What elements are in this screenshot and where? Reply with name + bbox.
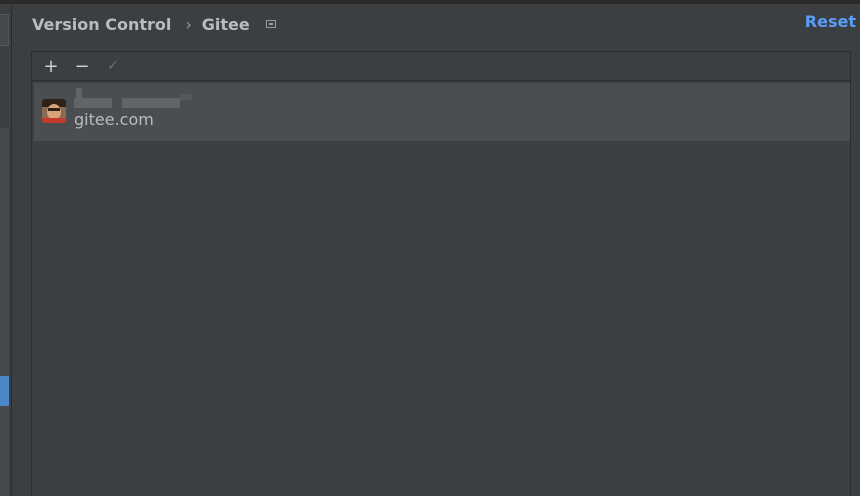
accounts-panel: + − ✓ gitee.com: [31, 51, 851, 496]
user-avatar: [42, 99, 66, 123]
redacted-block: [180, 94, 192, 100]
breadcrumb-separator: ›: [185, 14, 192, 34]
accounts-toolbar: + − ✓: [32, 52, 850, 81]
account-host: gitee.com: [74, 110, 154, 129]
project-scope-icon: [265, 20, 276, 28]
search-field-edge[interactable]: [0, 14, 9, 46]
settings-page: Version Control › Gitee Reset + − ✓ gite…: [0, 0, 860, 496]
account-name-redacted: [74, 88, 194, 108]
redacted-block: [122, 98, 180, 108]
set-default-button[interactable]: ✓: [102, 55, 124, 77]
add-account-button[interactable]: +: [40, 55, 62, 77]
account-list-item[interactable]: gitee.com: [34, 83, 850, 141]
tree-scrollbar-track[interactable]: [0, 128, 9, 496]
window-top-border: [0, 0, 860, 4]
tree-selection-marker[interactable]: [0, 376, 9, 406]
avatar-image: [42, 99, 66, 123]
breadcrumb-parent[interactable]: Version Control: [32, 15, 171, 34]
remove-account-button[interactable]: −: [71, 55, 93, 77]
breadcrumb: Version Control › Gitee: [32, 12, 276, 36]
breadcrumb-current: Gitee: [201, 14, 250, 34]
redacted-block: [76, 88, 82, 98]
redacted-block: [74, 98, 112, 108]
settings-tree-edge: [0, 4, 12, 496]
reset-button[interactable]: Reset: [805, 12, 856, 31]
